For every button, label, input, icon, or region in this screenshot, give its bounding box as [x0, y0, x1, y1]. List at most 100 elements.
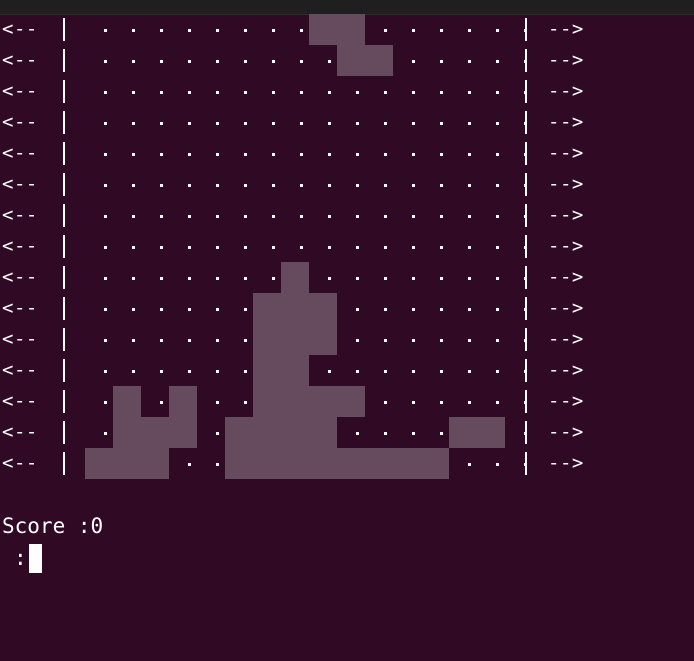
empty-dot — [496, 277, 499, 280]
filled-block — [281, 417, 309, 448]
empty-cell — [141, 169, 169, 200]
empty-dot — [160, 215, 163, 218]
empty-cell — [421, 169, 449, 200]
empty-dot — [160, 122, 163, 125]
empty-cell — [85, 45, 113, 76]
empty-dot — [440, 215, 443, 218]
right-arrow-label: --> — [548, 328, 584, 350]
empty-cell — [197, 231, 225, 262]
filled-block — [113, 417, 141, 448]
filled-block — [225, 448, 253, 479]
empty-cell — [393, 293, 421, 324]
empty-cell — [309, 231, 337, 262]
empty-cell — [337, 324, 365, 355]
empty-dot — [412, 29, 415, 32]
left-arrow-label: <-- — [2, 204, 38, 226]
empty-cell — [169, 76, 197, 107]
left-wall — [63, 204, 65, 227]
empty-dot — [188, 463, 191, 466]
empty-cell — [169, 138, 197, 169]
empty-cell — [421, 138, 449, 169]
empty-dot — [384, 432, 387, 435]
empty-dot — [496, 215, 499, 218]
empty-dot — [412, 308, 415, 311]
empty-cell — [141, 14, 169, 45]
empty-dot — [356, 308, 359, 311]
left-wall — [63, 421, 65, 444]
empty-dot — [384, 91, 387, 94]
empty-cell — [281, 231, 309, 262]
empty-dot — [412, 432, 415, 435]
empty-cell — [365, 262, 393, 293]
empty-cell — [421, 231, 449, 262]
empty-cell — [309, 138, 337, 169]
empty-cell — [197, 76, 225, 107]
empty-cell — [85, 169, 113, 200]
empty-cell — [421, 262, 449, 293]
empty-dot — [468, 215, 471, 218]
empty-dot — [496, 91, 499, 94]
filled-block — [449, 417, 477, 448]
empty-dot — [104, 277, 107, 280]
empty-dot — [440, 339, 443, 342]
empty-dot — [300, 215, 303, 218]
empty-cell — [449, 14, 477, 45]
left-arrow-label: <-- — [2, 390, 38, 412]
empty-cell — [337, 417, 365, 448]
empty-cell — [505, 355, 533, 386]
right-wall — [525, 49, 527, 72]
empty-dot — [356, 370, 359, 373]
empty-dot — [188, 308, 191, 311]
empty-cell — [197, 448, 225, 479]
empty-dot — [468, 370, 471, 373]
empty-cell — [449, 45, 477, 76]
empty-dot — [496, 246, 499, 249]
empty-cell — [113, 45, 141, 76]
empty-dot — [328, 277, 331, 280]
left-wall — [63, 297, 65, 320]
empty-cell — [253, 138, 281, 169]
score-display: Score :0 — [2, 511, 103, 541]
empty-cell — [505, 417, 533, 448]
empty-cell — [197, 355, 225, 386]
empty-cell — [113, 14, 141, 45]
empty-cell — [393, 45, 421, 76]
right-wall — [525, 111, 527, 134]
empty-dot — [244, 401, 247, 404]
empty-dot — [104, 215, 107, 218]
right-wall — [525, 18, 527, 41]
empty-cell — [393, 76, 421, 107]
empty-cell — [477, 262, 505, 293]
filled-block — [113, 386, 141, 417]
empty-dot — [216, 29, 219, 32]
empty-dot — [216, 339, 219, 342]
empty-cell — [113, 107, 141, 138]
empty-dot — [244, 308, 247, 311]
empty-cell — [449, 293, 477, 324]
empty-dot — [468, 60, 471, 63]
empty-dot — [356, 339, 359, 342]
empty-cell — [365, 14, 393, 45]
empty-dot — [440, 60, 443, 63]
empty-dot — [328, 184, 331, 187]
input-prompt[interactable]: : — [14, 543, 42, 573]
empty-dot — [412, 339, 415, 342]
empty-dot — [132, 246, 135, 249]
right-arrow-label: --> — [548, 297, 584, 319]
game-board: <-- --> <-- --> <-- --> <-- --> <-- --> <-- --> <-- -… — [0, 0, 694, 490]
empty-dot — [412, 122, 415, 125]
empty-cell — [477, 355, 505, 386]
empty-cell — [477, 324, 505, 355]
filled-block — [281, 324, 309, 355]
empty-cell — [421, 355, 449, 386]
empty-dot — [216, 122, 219, 125]
empty-dot — [468, 463, 471, 466]
empty-cell — [197, 107, 225, 138]
empty-dot — [160, 277, 163, 280]
empty-cell — [477, 231, 505, 262]
empty-dot — [132, 153, 135, 156]
empty-dot — [160, 308, 163, 311]
filled-block — [253, 417, 281, 448]
filled-block — [337, 448, 365, 479]
empty-dot — [132, 122, 135, 125]
